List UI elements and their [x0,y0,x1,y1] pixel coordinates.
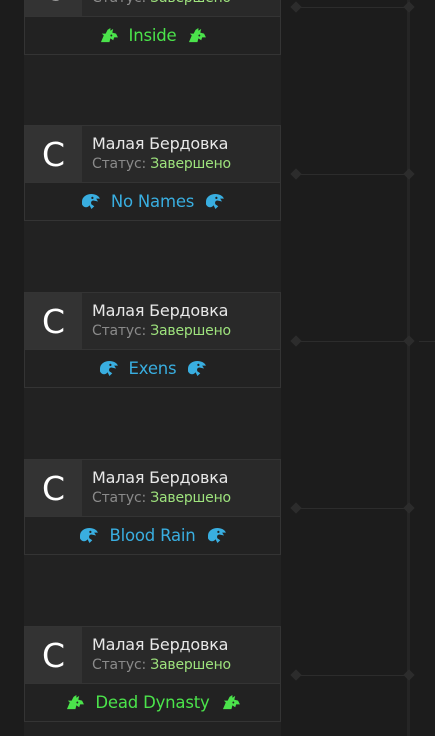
match-header[interactable]: CМалая БердовкаСтатус: Завершено [24,292,281,350]
team-row[interactable]: Exens [24,350,281,388]
match-title: Малая Бердовка [92,468,229,487]
group-letter: C [25,0,82,16]
match-card[interactable]: C Малая Бердовка Статус: Завершено No Names [24,125,281,221]
status-value: Завершено [150,156,231,172]
team-name[interactable]: Exens [129,359,177,378]
connector-node [290,168,302,180]
connector-node [290,1,302,13]
match-header[interactable]: CМалая БердовкаСтатус: Завершено [24,459,281,517]
match-title: Малая Бердовка [92,301,229,320]
connector-node [403,168,415,180]
connector-node [403,502,415,514]
status-label: Статус: [92,323,146,339]
status-label: Статус: [92,657,146,673]
status-label: Статус: [92,490,146,506]
status-value: Завершено [150,657,231,673]
connector-node [403,1,415,13]
match-status: Статус: Завершено [92,321,231,341]
connector-node [290,335,302,347]
match-card[interactable]: C Малая Бердовка Статус: Завершено Blood Ra… [24,459,281,555]
team-name[interactable]: No Names [111,192,195,211]
dragon-icon [186,27,207,44]
match-status: Статус: Завершено [92,655,231,675]
match-header[interactable]: CМалая БердовкаСтатус: Завершено [24,0,281,17]
connector-node [403,669,415,681]
bracket-connector [290,502,415,514]
eagle-icon [206,527,227,544]
match-status: Статус: Завершено [92,0,231,8]
status-value: Завершено [150,323,231,339]
team-name[interactable]: Inside [129,26,177,45]
dragon-icon [64,694,85,711]
eagle-icon [204,193,225,210]
dragon-icon [220,694,241,711]
bracket-connector [290,335,415,347]
team-row[interactable]: Inside [24,17,281,55]
group-letter: C [25,460,82,516]
group-letter: C [25,126,82,182]
eagle-icon [186,360,207,377]
team-row[interactable]: Blood Rain [24,517,281,555]
status-value: Завершено [150,0,231,6]
match-status: Статус: Завершено [92,488,231,508]
match-card[interactable]: C Малая Бердовка Статус: Завершено Exens [24,292,281,388]
team-name[interactable]: Dead Dynasty [95,693,209,712]
status-label: Статус: [92,156,146,172]
eagle-icon [80,193,101,210]
match-status: Статус: Завершено [92,154,231,174]
connector-node [290,502,302,514]
eagle-icon [98,360,119,377]
status-value: Завершено [150,490,231,506]
match-title: Малая Бердовка [92,635,229,654]
connector-node [290,669,302,681]
team-row[interactable]: No Names [24,183,281,221]
match-header[interactable]: CМалая БердовкаСтатус: Завершено [24,626,281,684]
dragon-icon [98,27,119,44]
group-letter: C [25,293,82,349]
match-header[interactable]: CМалая БердовкаСтатус: Завершено [24,125,281,183]
team-row[interactable]: Dead Dynasty [24,684,281,722]
bracket-connector-right [419,341,435,342]
connector-node [403,335,415,347]
bracket-connector [290,1,415,13]
group-letter: C [25,627,82,683]
eagle-icon [78,527,99,544]
team-name[interactable]: Blood Rain [109,526,195,545]
match-card[interactable]: C Малая Бердовка Статус: Завершено Dead Dyn… [24,626,281,722]
bracket-connector [290,669,415,681]
match-card[interactable]: CМалая БердовкаСтатус: Завершено Inside [24,0,281,55]
match-title: Малая Бердовка [92,134,229,153]
bracket-connector [290,168,415,180]
status-label: Статус: [92,0,146,6]
bracket-vertical-line [407,0,410,736]
